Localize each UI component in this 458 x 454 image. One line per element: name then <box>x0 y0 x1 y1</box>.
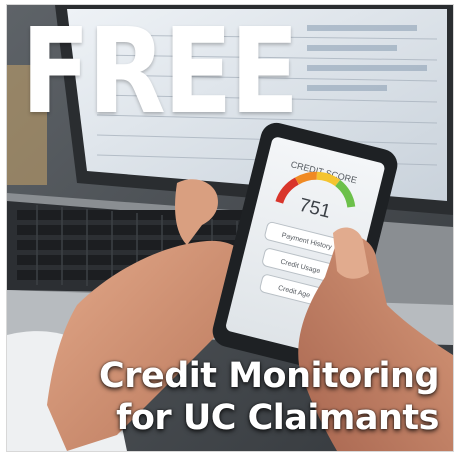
caption: Credit Monitoring for UC Claimants <box>99 355 439 439</box>
caption-line-2: for UC Claimants <box>116 398 439 438</box>
headline-free: FREE <box>21 4 299 140</box>
caption-line-1: Credit Monitoring <box>99 356 439 396</box>
promo-image: CREDIT SCORE 751 Payment History Credit … <box>6 4 454 452</box>
